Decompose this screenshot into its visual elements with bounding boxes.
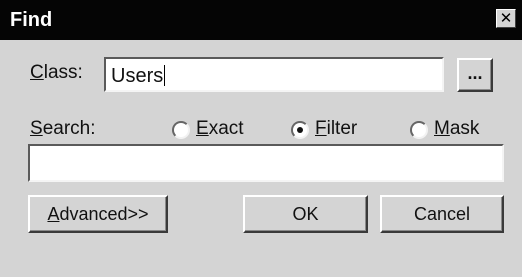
- radio-circle-icon: [410, 121, 428, 139]
- cancel-button[interactable]: Cancel: [380, 195, 504, 233]
- ok-button[interactable]: OK: [243, 195, 368, 233]
- class-input[interactable]: Users: [104, 57, 444, 92]
- search-label-mnemonic: S: [30, 118, 43, 139]
- class-input-value: Users: [111, 65, 164, 87]
- close-icon[interactable]: ✕: [496, 9, 516, 28]
- browse-class-button[interactable]: ...: [457, 58, 493, 92]
- text-caret: [164, 65, 166, 86]
- exact-radio[interactable]: Exact: [172, 118, 252, 142]
- mask-radio-label: ask: [449, 118, 480, 139]
- dialog-title: Find: [10, 9, 53, 31]
- mask-radio-mnemonic: M: [434, 118, 450, 139]
- advanced-button[interactable]: Advanced>>: [28, 195, 168, 233]
- advanced-button-mnemonic: A: [47, 204, 60, 224]
- filter-radio-mnemonic: F: [315, 118, 327, 139]
- exact-radio-label: xact: [208, 118, 244, 139]
- class-label-mnemonic: C: [30, 62, 44, 83]
- browse-class-label: ...: [467, 63, 483, 83]
- ok-button-label: OK: [292, 204, 319, 224]
- filter-radio[interactable]: Filter: [291, 118, 371, 142]
- filter-radio-label: ilter: [326, 118, 358, 139]
- advanced-button-label: dvanced>>: [59, 204, 149, 224]
- class-label-text: lass:: [43, 62, 83, 83]
- title-bar[interactable]: Find ✕: [0, 0, 522, 40]
- search-label-text: earch:: [42, 118, 96, 139]
- cancel-button-label: Cancel: [413, 204, 471, 224]
- radio-circle-icon: [291, 121, 309, 139]
- class-label: Class:: [30, 62, 83, 84]
- search-input[interactable]: [28, 144, 504, 182]
- search-label: Search:: [30, 118, 96, 140]
- find-dialog: Find ✕ Class: Users ... Search: Exact Fi…: [0, 0, 522, 277]
- mask-radio[interactable]: Mask: [410, 118, 495, 142]
- exact-radio-mnemonic: E: [196, 118, 209, 139]
- radio-circle-icon: [172, 121, 190, 139]
- radio-selected-dot-icon: [297, 127, 303, 133]
